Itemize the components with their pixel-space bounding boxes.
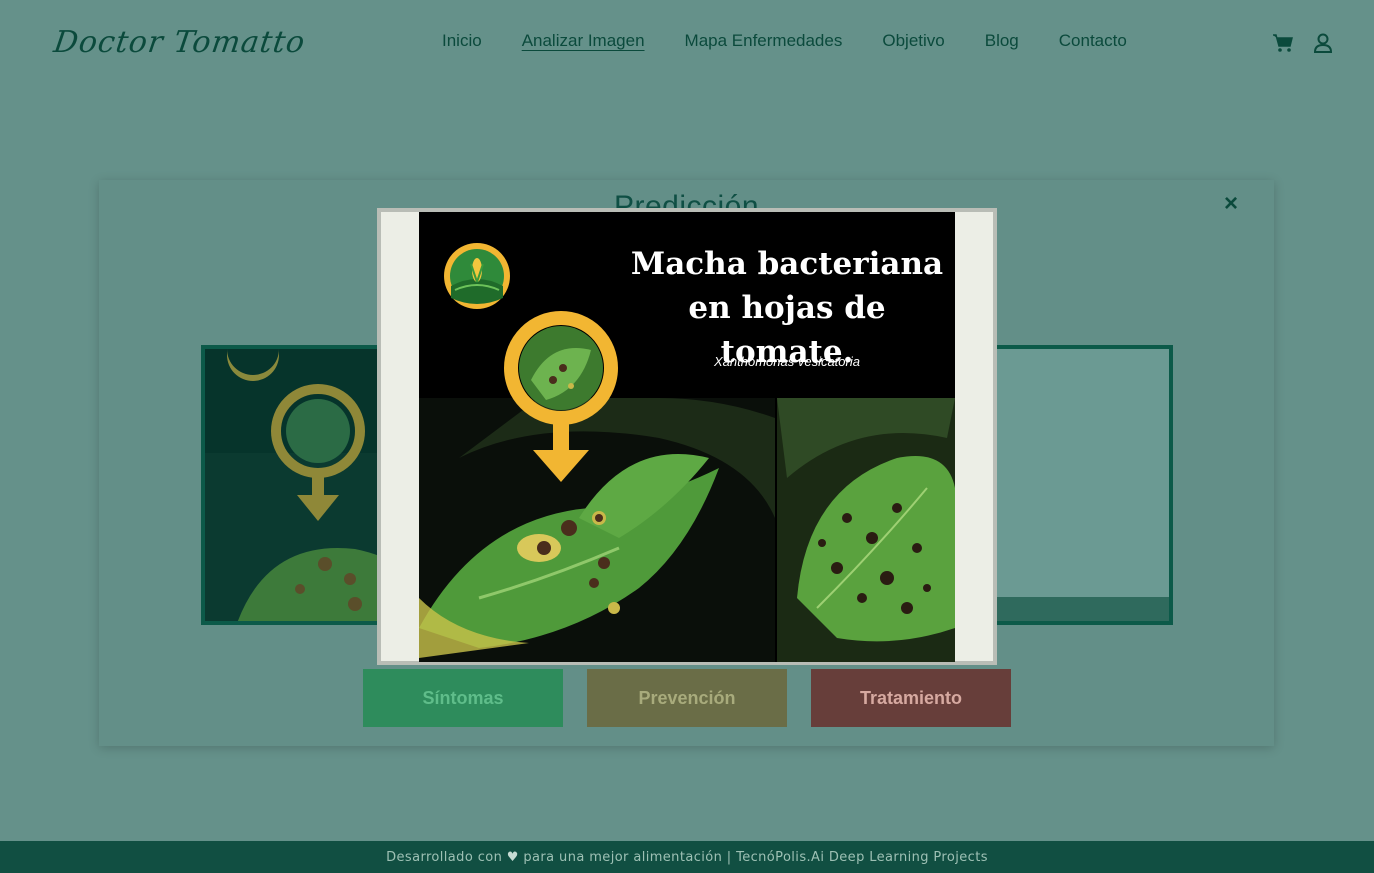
- infographic-title-line1: Macha bacteriana: [630, 246, 944, 282]
- site-header: Doctor Tomatto Inicio Analizar Imagen Ma…: [0, 0, 1374, 84]
- tratamiento-button[interactable]: Tratamiento: [811, 669, 1011, 727]
- close-icon[interactable]: ×: [1224, 190, 1238, 218]
- sintomas-button[interactable]: Síntomas: [363, 669, 563, 727]
- agro-badge-logo: [444, 243, 510, 309]
- cart-icon[interactable]: [1272, 32, 1294, 54]
- nav-inicio[interactable]: Inicio: [442, 31, 482, 53]
- info-actions: Síntomas Prevención Tratamiento: [363, 669, 1011, 727]
- magnifier-arrow-marker: [504, 311, 618, 482]
- prevencion-button[interactable]: Prevención: [587, 669, 787, 727]
- site-logo[interactable]: Doctor Tomatto: [40, 12, 308, 72]
- footer-credit: Desarrollado con ♥ para una mejor alimen…: [386, 850, 988, 865]
- image-lightbox[interactable]: Macha bacteriana en hojas de tomate. Xan…: [377, 208, 997, 665]
- nav-contacto[interactable]: Contacto: [1059, 31, 1127, 53]
- disease-infographic: Macha bacteriana en hojas de tomate. Xan…: [419, 212, 955, 662]
- nav-blog[interactable]: Blog: [985, 31, 1019, 53]
- heart-icon: ♥: [506, 849, 519, 865]
- scientific-name: Xanthomonas vesicatoria: [714, 354, 860, 369]
- site-footer: Desarrollado con ♥ para una mejor alimen…: [0, 841, 1374, 873]
- leaf-photo-right: [777, 398, 955, 662]
- footer-middle: para una mejor alimentación |: [518, 849, 737, 865]
- header-actions: [1272, 32, 1334, 54]
- nav-mapa-enfermedades[interactable]: Mapa Enfermedades: [685, 31, 843, 53]
- footer-tecnopolis-link[interactable]: TecnóPolis.Ai Deep Learning Projects: [736, 850, 988, 865]
- main-nav: Inicio Analizar Imagen Mapa Enfermedades…: [442, 31, 1127, 53]
- nav-objetivo[interactable]: Objetivo: [882, 31, 944, 53]
- logo-wordmark: Doctor Tomatto: [51, 24, 308, 60]
- footer-prefix: Desarrollado con: [386, 849, 507, 865]
- user-icon[interactable]: [1312, 32, 1334, 54]
- nav-analizar-imagen[interactable]: Analizar Imagen: [522, 31, 645, 53]
